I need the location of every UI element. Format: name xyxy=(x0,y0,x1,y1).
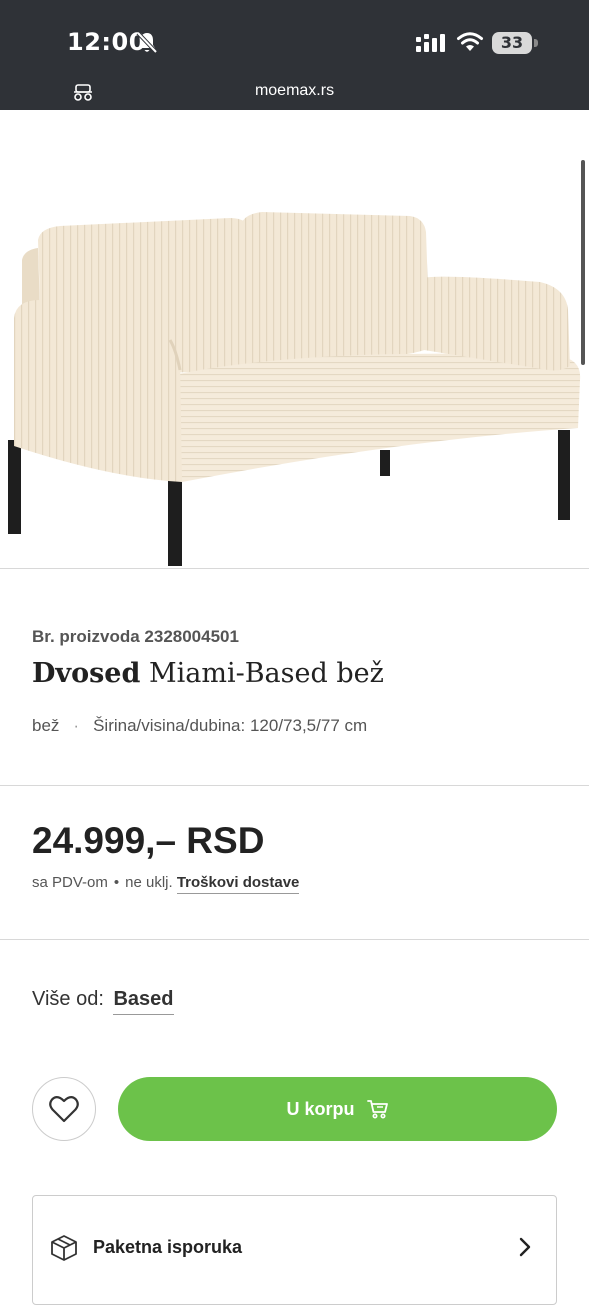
divider xyxy=(0,939,589,940)
tax-note: sa PDV-om xyxy=(32,874,108,891)
delivery-option-card[interactable]: Paketna isporuka xyxy=(32,1195,557,1305)
brand-link[interactable]: Based xyxy=(113,988,174,1015)
battery-icon: 33 xyxy=(492,32,538,54)
address-bar-url[interactable]: moemax.rs xyxy=(0,82,589,100)
divider xyxy=(0,568,589,569)
signal-icon xyxy=(416,34,445,52)
wifi-icon xyxy=(457,32,483,51)
package-icon xyxy=(51,1235,77,1261)
battery-level: 33 xyxy=(492,32,532,54)
delivery-option-label: Paketna isporuka xyxy=(93,1237,243,1257)
chevron-right-icon xyxy=(519,1237,531,1257)
cart-icon xyxy=(366,1100,388,1119)
status-bar: 12:00 33 moemax.rs xyxy=(0,0,589,110)
heart-icon xyxy=(49,1096,79,1123)
product-color: bež xyxy=(32,716,60,735)
add-to-cart-button[interactable]: U korpu xyxy=(118,1077,557,1141)
product-title-name: Miami-Based bež xyxy=(140,658,384,689)
wishlist-button[interactable] xyxy=(32,1077,96,1141)
more-from-brand: Više od: Based xyxy=(32,988,174,1015)
shipping-prefix: ne uklj. xyxy=(125,874,173,891)
product-dimensions: Širina/visina/dubina: 120/73,5/77 cm xyxy=(93,716,368,735)
product-title-type: Dvosed xyxy=(32,658,141,689)
bell-muted-icon xyxy=(136,31,158,54)
product-price: 24.999,– RSD xyxy=(32,820,265,861)
shipping-costs-link[interactable]: Troškovi dostave xyxy=(176,874,300,894)
divider xyxy=(0,785,589,786)
product-title: Dvosed Miami-Based bež xyxy=(32,658,384,689)
clock: 12:00 xyxy=(67,28,146,56)
product-number: Br. proizvoda 2328004501 xyxy=(32,627,239,646)
page-scrollbar[interactable] xyxy=(581,160,585,365)
tax-info: sa PDV-om • ne uklj. Troškovi dostave xyxy=(32,874,300,894)
add-to-cart-label: U korpu xyxy=(286,1098,355,1119)
product-attributes: bež · Širina/visina/dubina: 120/73,5/77 cm xyxy=(32,716,368,735)
sofa-illustration xyxy=(8,212,581,566)
product-image[interactable] xyxy=(0,110,589,568)
more-from-label: Više od: xyxy=(32,988,104,1010)
